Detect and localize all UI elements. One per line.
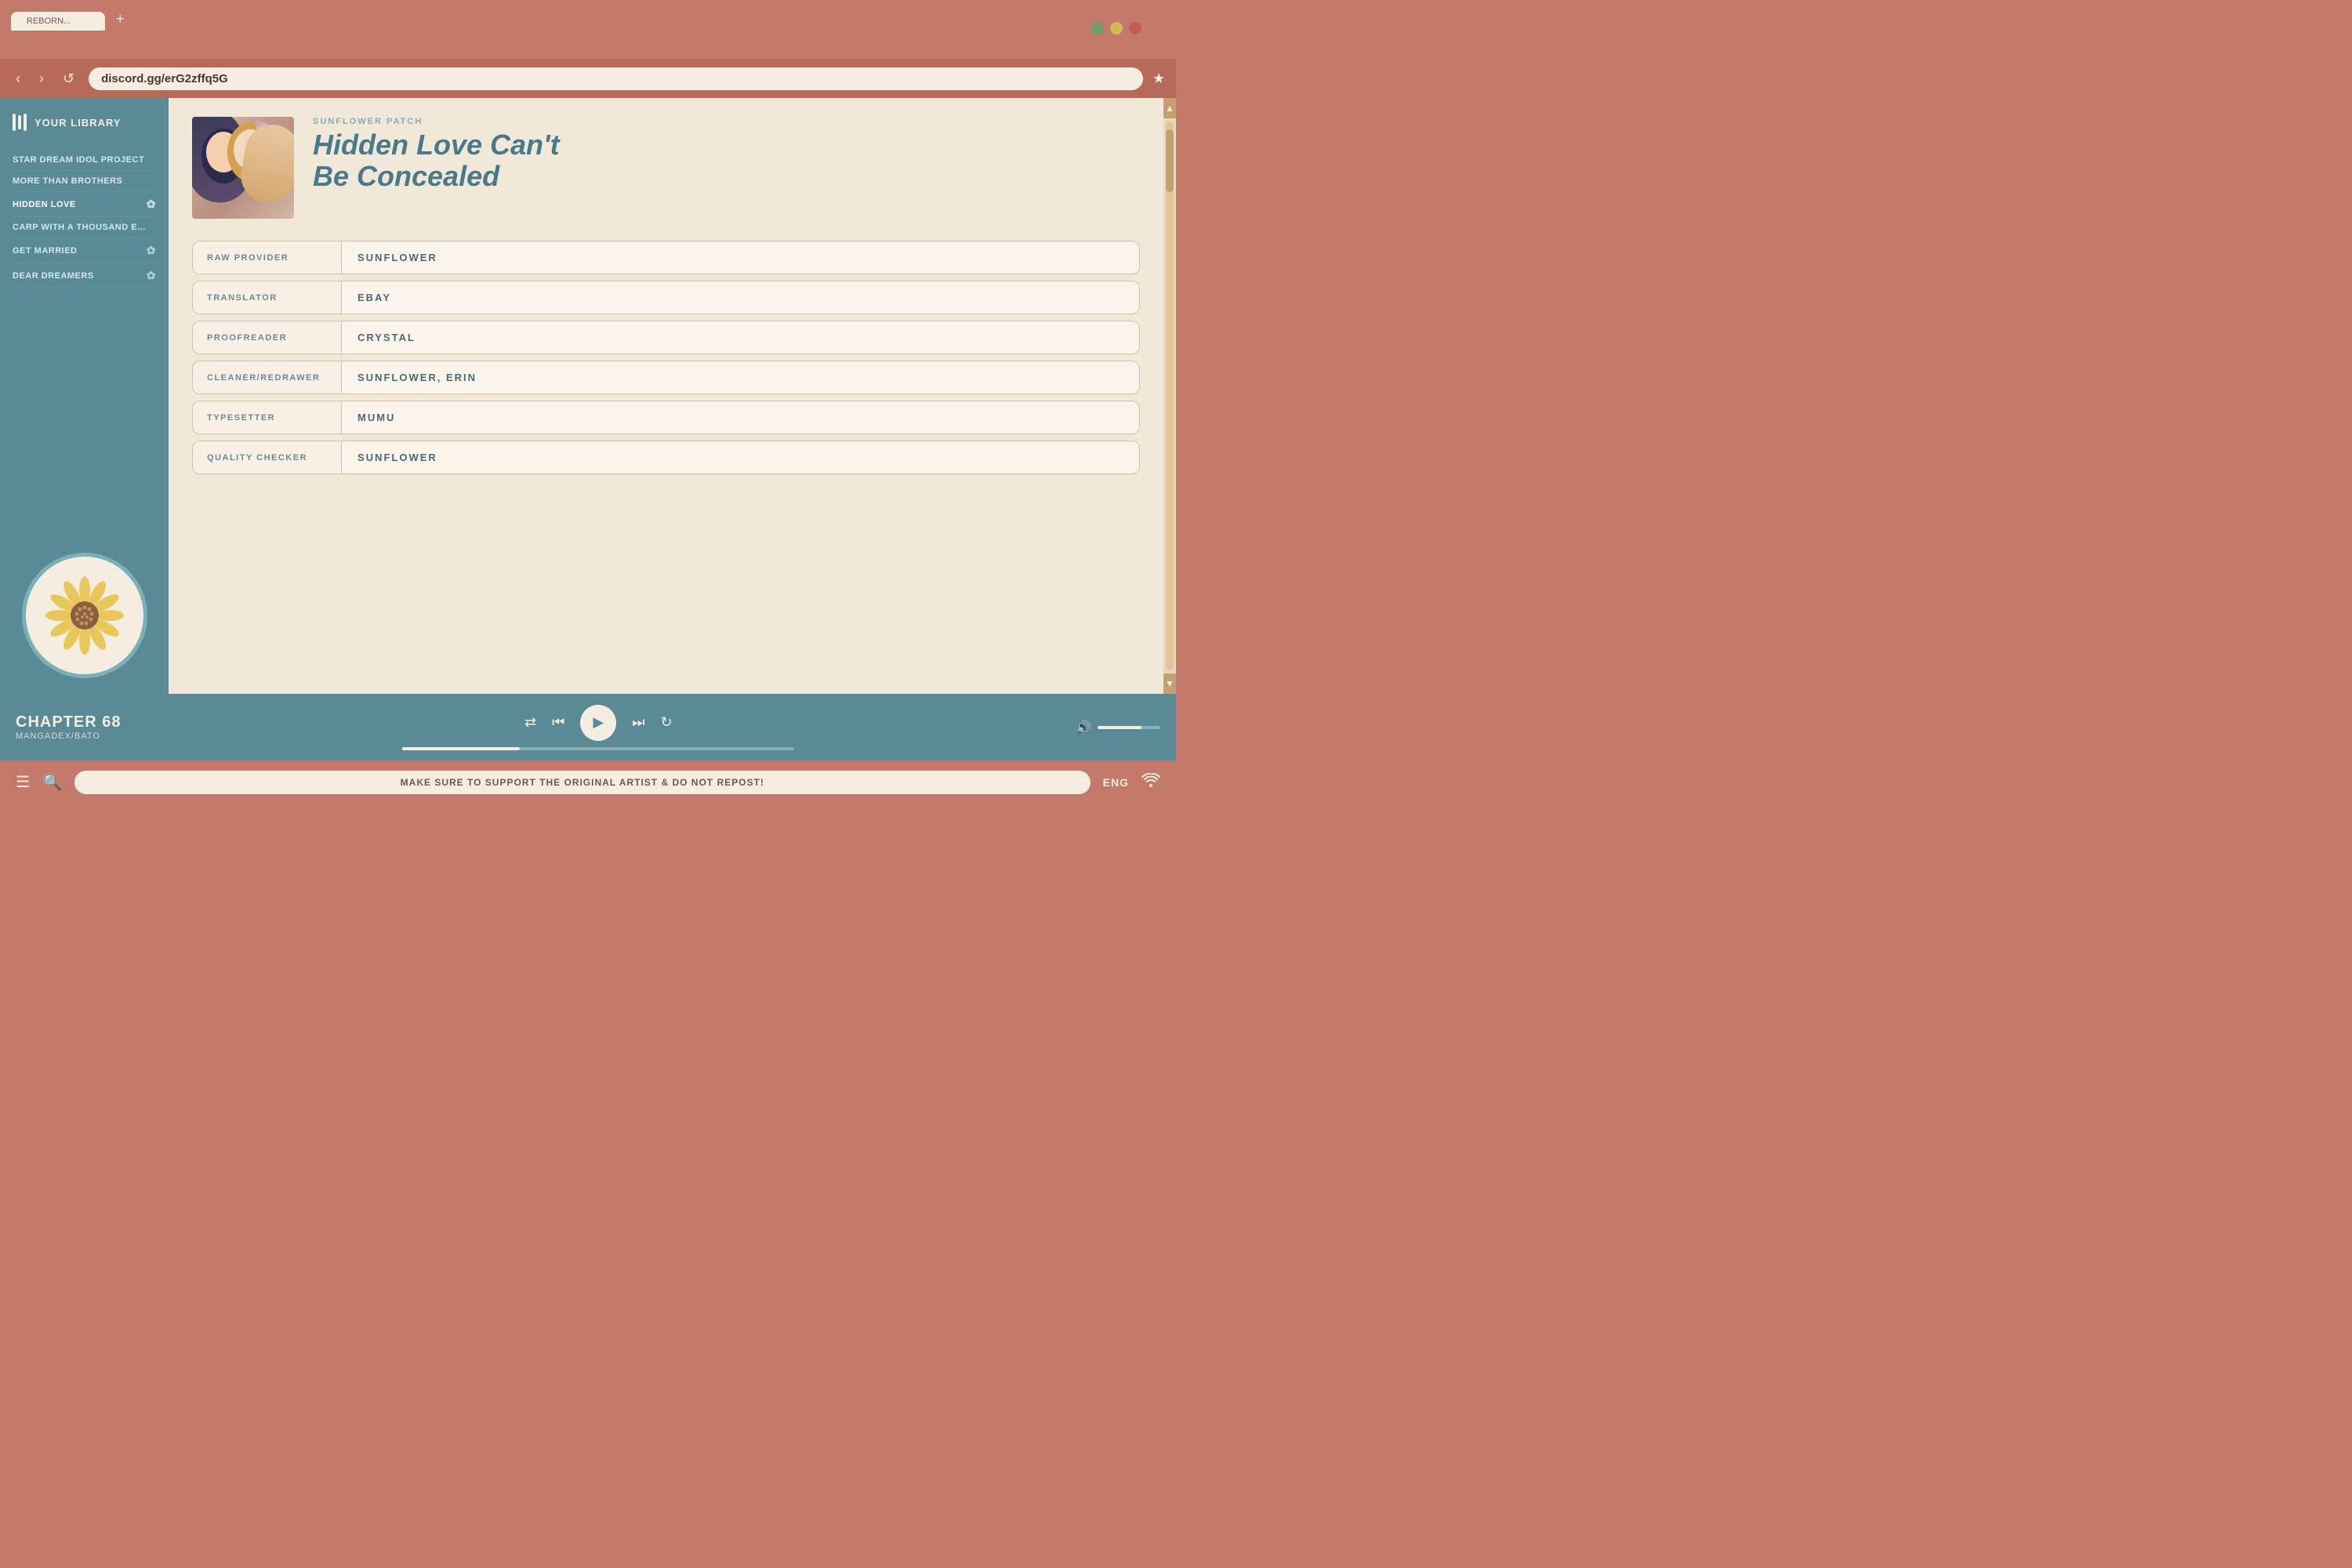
credit-row-quality-checker: QUALITY CHECKER SUNFLOWER	[192, 441, 1140, 474]
address-bar[interactable]	[89, 67, 1143, 90]
player-controls: ⇄ ⏮ ▶ ⏭ ↻	[133, 705, 1063, 750]
credit-label-cleaner: CLEANER/REDRAWER	[193, 361, 342, 394]
bottom-bar: ☰ 🔍 MAKE SURE TO SUPPORT THE ORIGINAL AR…	[0, 760, 1176, 804]
active-tab[interactable]: REBORN...	[11, 12, 105, 31]
traffic-light-yellow[interactable]	[1110, 22, 1123, 34]
credit-row-raw-provider: RAW PROVIDER SUNFLOWER	[192, 241, 1140, 274]
credit-value-cleaner: SUNFLOWER, ERIN	[342, 361, 492, 394]
credit-label-quality-checker: QUALITY CHECKER	[193, 441, 342, 474]
search-button[interactable]: 🔍	[42, 772, 62, 792]
content-area: SUNFLOWER PATCH Hidden Love Can't Be Con…	[169, 98, 1163, 694]
sidebar-header: YOUR LIBRARY	[13, 114, 156, 131]
rewind-button[interactable]: ⏮	[552, 714, 564, 731]
volume-bar[interactable]	[1098, 726, 1160, 729]
sidebar-logo	[13, 537, 156, 678]
credit-row-cleaner: CLEANER/REDRAWER SUNFLOWER, ERIN	[192, 361, 1140, 394]
new-tab-button[interactable]: +	[108, 8, 132, 31]
credit-value-raw-provider: SUNFLOWER	[342, 241, 453, 274]
sidebar-item-carp[interactable]: CARP WITH A THOUSAND E...	[13, 217, 156, 238]
manga-header: SUNFLOWER PATCH Hidden Love Can't Be Con…	[192, 117, 1140, 219]
sidebar-item-hidden-love[interactable]: HIDDEN LOVE ✿	[13, 192, 156, 217]
play-button[interactable]: ▶	[580, 705, 616, 741]
library-icon	[13, 114, 27, 131]
sidebar-item-star-dream[interactable]: STAR DREAM IDOL PROJECT	[13, 150, 156, 171]
scroll-thumb[interactable]	[1166, 129, 1174, 192]
publisher-tag: SUNFLOWER PATCH	[313, 117, 1140, 126]
credit-row-proofreader: PROOFREADER CRYSTAL	[192, 321, 1140, 354]
menu-button[interactable]: ☰	[16, 772, 30, 792]
credit-row-typesetter: TYPESETTER MUMU	[192, 401, 1140, 434]
scroll-up-button[interactable]: ▲	[1163, 98, 1176, 118]
chapter-number: CHAPTER 68	[16, 713, 121, 731]
manga-info: SUNFLOWER PATCH Hidden Love Can't Be Con…	[313, 117, 1140, 219]
sidebar: YOUR LIBRARY STAR DREAM IDOL PROJECT MOR…	[0, 98, 169, 694]
refresh-button[interactable]: ↺	[58, 69, 79, 89]
chapter-source: MANGADEX/BATO	[16, 731, 121, 741]
sunflower-circle	[22, 553, 147, 678]
credit-value-proofreader: CRYSTAL	[342, 321, 431, 354]
manga-cover-art	[192, 117, 294, 219]
flower-icon-hidden-love: ✿	[147, 198, 156, 211]
progress-fill	[402, 747, 520, 750]
scroll-down-button[interactable]: ▼	[1163, 673, 1176, 694]
traffic-light-red[interactable]	[1129, 22, 1142, 34]
credit-row-translator: TRANSLATOR EBAY	[192, 281, 1140, 314]
scroll-track[interactable]	[1166, 122, 1174, 670]
scrollbar: ▲ ▼	[1163, 98, 1176, 694]
traffic-light-green[interactable]	[1091, 22, 1104, 34]
manga-cover	[192, 117, 294, 219]
shuffle-button[interactable]: ⇄	[524, 714, 536, 731]
manga-title: Hidden Love Can't Be Concealed	[313, 129, 1140, 191]
player-bar: CHAPTER 68 MANGADEX/BATO ⇄ ⏮ ▶ ⏭ ↻ 🔊	[0, 694, 1176, 760]
flower-icon-get-married: ✿	[147, 244, 156, 257]
language-button[interactable]: ENG	[1103, 776, 1129, 789]
sidebar-item-dear-dreamers[interactable]: DEAR DREAMERS ✿	[13, 263, 156, 289]
chapter-info: CHAPTER 68 MANGADEX/BATO	[16, 713, 121, 741]
sidebar-title: YOUR LIBRARY	[34, 117, 121, 129]
forward-button[interactable]: ›	[34, 69, 49, 89]
volume-fill	[1098, 726, 1142, 729]
wifi-icon	[1142, 773, 1160, 791]
credit-label-translator: TRANSLATOR	[193, 281, 342, 314]
volume-icon: 🔊	[1076, 720, 1091, 735]
fast-forward-button[interactable]: ⏭	[632, 714, 644, 731]
sidebar-item-get-married[interactable]: GET MARRIED ✿	[13, 238, 156, 263]
volume-control: 🔊	[1076, 720, 1160, 735]
sidebar-item-more-than-brothers[interactable]: MORE THAN BROTHERS	[13, 171, 156, 192]
credit-value-translator: EBAY	[342, 281, 407, 314]
sunflower-svg	[38, 568, 132, 662]
back-button[interactable]: ‹	[11, 69, 25, 89]
progress-bar[interactable]	[402, 747, 794, 750]
credit-label-typesetter: TYPESETTER	[193, 401, 342, 434]
credit-value-typesetter: MUMU	[342, 401, 411, 434]
controls-row: ⇄ ⏮ ▶ ⏭ ↻	[524, 705, 673, 741]
credit-label-raw-provider: RAW PROVIDER	[193, 241, 342, 274]
flower-icon-dear-dreamers: ✿	[147, 269, 156, 282]
bookmark-button[interactable]: ★	[1152, 71, 1165, 87]
bottom-notice: MAKE SURE TO SUPPORT THE ORIGINAL ARTIST…	[74, 771, 1091, 794]
repeat-button[interactable]: ↻	[660, 714, 672, 731]
credits-list: RAW PROVIDER SUNFLOWER TRANSLATOR EBAY P…	[192, 241, 1140, 474]
credit-label-proofreader: PROOFREADER	[193, 321, 342, 354]
credit-value-quality-checker: SUNFLOWER	[342, 441, 453, 474]
